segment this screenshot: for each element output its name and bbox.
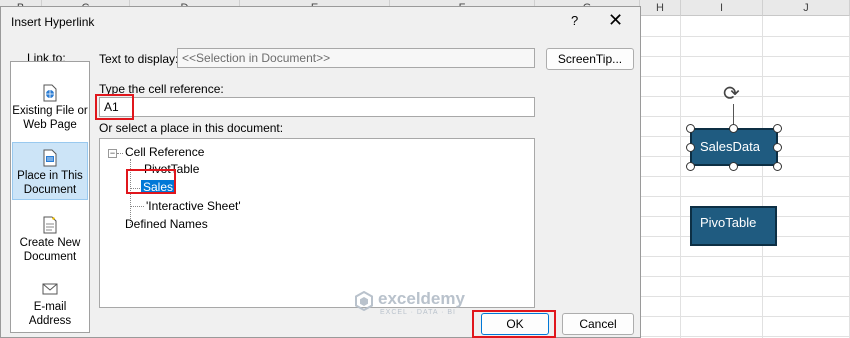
rotate-connector <box>733 104 734 126</box>
document-place-icon <box>43 149 57 167</box>
link-option-label: E-mail Address <box>28 301 72 327</box>
grid-line <box>680 16 681 338</box>
resize-handle[interactable] <box>686 162 695 171</box>
document-place-tree: − Cell Reference PivotTable Sales 'Inter… <box>99 138 535 308</box>
tree-node-defined-names[interactable]: Defined Names <box>125 217 208 231</box>
grid-line <box>640 256 850 257</box>
screentip-button[interactable]: ScreenTip... <box>546 48 634 70</box>
link-option-label: Existing File or Web Page <box>12 105 88 131</box>
grid-line <box>640 296 850 297</box>
tree-node-interactive-sheet[interactable]: 'Interactive Sheet' <box>146 199 241 213</box>
link-to-panel: Existing File or Web Page Place in This … <box>10 61 90 333</box>
text-to-display-field[interactable]: <<Selection in Document>> <box>177 48 535 68</box>
dialog-title: Insert Hyperlink <box>11 15 95 29</box>
link-option-email[interactable]: E-mail Address <box>12 280 88 330</box>
annotation-cell-reference-highlight <box>95 94 134 120</box>
dialog-titlebar[interactable]: Insert Hyperlink ? ✕ <box>1 7 640 37</box>
grid-line <box>640 196 850 197</box>
resize-handle[interactable] <box>686 143 695 152</box>
sales-data-shape[interactable]: SalesData <box>690 128 778 166</box>
cell-reference-input[interactable]: A1 <box>99 97 535 117</box>
new-document-icon <box>43 216 57 234</box>
grid-line <box>640 176 850 177</box>
resize-handle[interactable] <box>729 124 738 133</box>
tree-connector <box>117 153 123 154</box>
link-option-new-document[interactable]: Create New Document <box>12 216 88 266</box>
resize-handle[interactable] <box>729 162 738 171</box>
grid-line <box>640 56 850 57</box>
collapse-icon[interactable]: − <box>108 149 117 158</box>
close-button[interactable]: ✕ <box>608 10 623 31</box>
annotation-ok-highlight <box>472 310 556 338</box>
link-option-label: Create New Document <box>19 237 81 263</box>
grid-line <box>640 336 850 337</box>
link-option-existing-file[interactable]: Existing File or Web Page <box>12 84 88 134</box>
help-button[interactable]: ? <box>571 13 578 28</box>
tree-connector <box>130 206 144 207</box>
grid-line <box>640 316 850 317</box>
column-header-h[interactable]: H <box>640 0 681 16</box>
grid-line <box>640 276 850 277</box>
grid-line <box>640 36 850 37</box>
pivo-table-shape[interactable]: PivoTable <box>690 206 777 246</box>
resize-handle[interactable] <box>686 124 695 133</box>
grid-line <box>640 116 850 117</box>
grid-line <box>640 96 850 97</box>
watermark-text: exceldemy <box>378 289 465 308</box>
email-icon <box>42 283 58 295</box>
resize-handle[interactable] <box>773 162 782 171</box>
cancel-button[interactable]: Cancel <box>562 313 634 335</box>
watermark-subtext: EXCEL · DATA · BI <box>380 309 456 316</box>
link-option-place-in-document[interactable]: Place in This Document <box>12 142 88 200</box>
rotate-handle-icon[interactable]: ⟳ <box>723 84 740 104</box>
tree-node-cell-reference[interactable]: Cell Reference <box>125 145 204 159</box>
column-header-i[interactable]: I <box>681 0 763 16</box>
exceldemy-logo-icon <box>355 291 373 311</box>
resize-handle[interactable] <box>773 143 782 152</box>
select-place-label: Or select a place in this document: <box>99 121 284 135</box>
annotation-sales-highlight <box>126 169 176 194</box>
text-to-display-label: Text to display: <box>99 52 179 66</box>
insert-hyperlink-dialog: Insert Hyperlink ? ✕ Link to: Existing F… <box>0 6 641 338</box>
resize-handle[interactable] <box>773 124 782 133</box>
grid-line <box>762 16 763 338</box>
link-option-label: Place in This Document <box>17 170 83 196</box>
column-header-j[interactable]: J <box>763 0 850 16</box>
grid-line <box>640 76 850 77</box>
file-web-icon <box>43 84 57 102</box>
